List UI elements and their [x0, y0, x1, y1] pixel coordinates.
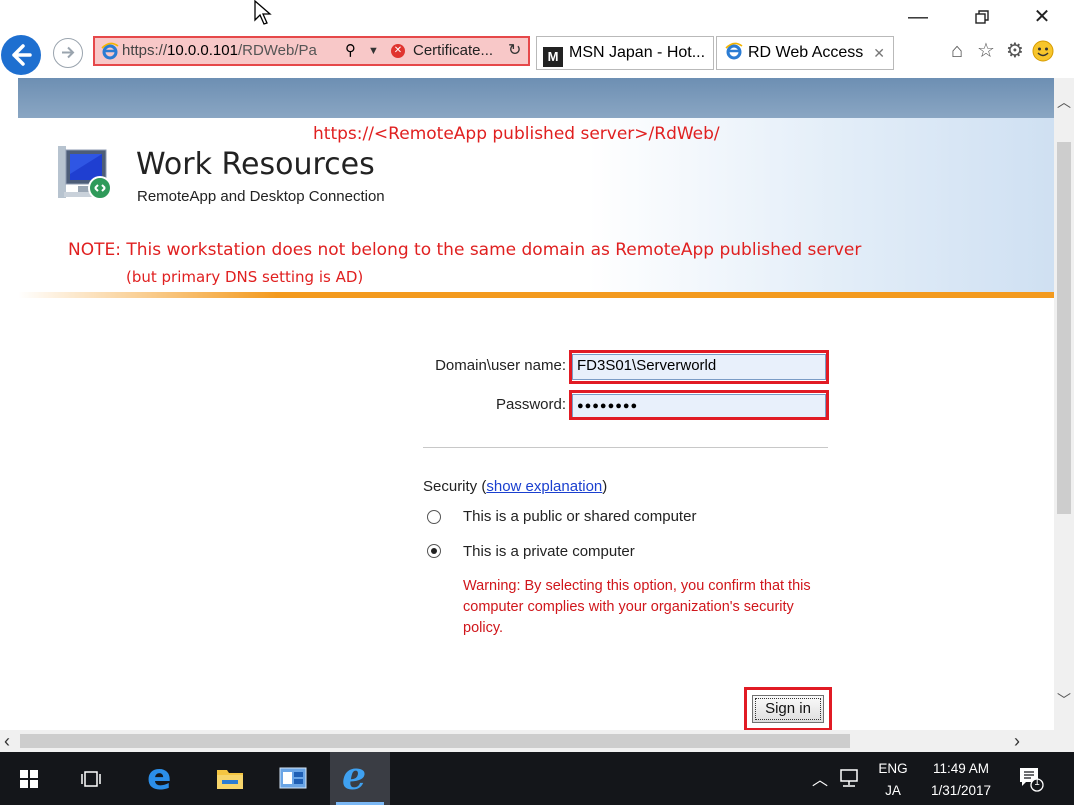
horizontal-scrollbar[interactable]: ‹ ›	[0, 730, 1074, 752]
note-line-1: NOTE: This workstation does not belong t…	[68, 240, 862, 260]
lang-bottom: JA	[885, 783, 901, 798]
restore-button[interactable]	[962, 4, 1002, 30]
smiley-feedback-icon[interactable]	[1030, 38, 1056, 64]
tab-rd-web-access[interactable]: RD Web Access ✕	[716, 36, 894, 70]
scroll-right-icon[interactable]: ›	[1014, 730, 1020, 752]
notification-count: 1	[1034, 777, 1040, 788]
scroll-up-icon[interactable]: ︿	[1057, 92, 1071, 112]
password-highlight	[569, 390, 829, 420]
security-label: Security (	[423, 478, 487, 495]
tab-msn[interactable]: M MSN Japan - Hot...	[536, 36, 714, 70]
form-divider	[423, 447, 828, 448]
scroll-down-icon[interactable]: ﹀	[1057, 690, 1071, 710]
refresh-icon[interactable]: ↻	[508, 38, 521, 64]
public-computer-label: This is a public or shared computer	[463, 508, 697, 525]
edge-icon[interactable]: e	[147, 760, 171, 796]
close-tab-icon[interactable]: ✕	[873, 37, 885, 69]
certificate-error-label[interactable]: Certificate...	[413, 38, 493, 64]
dropdown-icon[interactable]: ▼	[368, 38, 379, 64]
clock-time: 11:49 AM	[932, 761, 990, 776]
taskbar: e e ︿ ENG JA 11:49 AM 1/31/2017 1	[0, 752, 1074, 805]
task-view-icon[interactable]	[80, 769, 102, 794]
security-heading: Security (show explanation)	[423, 478, 607, 495]
tab-label: MSN Japan - Hot...	[569, 44, 706, 61]
settings-gear-icon[interactable]: ⚙	[1002, 38, 1028, 64]
public-computer-radio[interactable]	[427, 510, 441, 524]
private-computer-radio[interactable]	[427, 544, 441, 558]
scroll-thumb[interactable]	[1057, 142, 1071, 514]
internet-explorer-icon[interactable]: e	[330, 752, 390, 805]
username-label: Domain\user name:	[435, 357, 566, 374]
forward-button[interactable]	[53, 38, 83, 68]
url-prefix: https://	[122, 42, 168, 59]
certificate-error-icon: ✕	[391, 44, 405, 58]
home-icon[interactable]: ⌂	[944, 38, 970, 64]
arrow-left-icon	[12, 44, 32, 66]
scroll-left-icon[interactable]: ‹	[4, 730, 10, 752]
page-top-bar	[18, 78, 1054, 118]
page-subtitle: RemoteApp and Desktop Connection	[137, 188, 385, 205]
url-host: 10.0.0.101	[167, 42, 238, 59]
scroll-thumb-horizontal[interactable]	[20, 734, 850, 748]
tab-label: RD Web Access	[748, 44, 864, 61]
url-path: /RDWeb/Pa	[237, 42, 317, 59]
language-indicator[interactable]: ENG JA	[874, 760, 912, 800]
search-icon[interactable]: ⚲	[345, 38, 356, 64]
private-computer-label: This is a private computer	[463, 543, 635, 560]
file-explorer-icon[interactable]	[216, 766, 244, 795]
private-warning-text: Warning: By selecting this option, you c…	[463, 578, 811, 636]
remoteapp-logo-icon	[56, 144, 118, 211]
sign-in-button[interactable]: Sign in	[752, 695, 824, 723]
radio-selected-dot	[430, 547, 437, 554]
mouse-cursor-icon	[254, 0, 272, 31]
username-highlight	[569, 350, 829, 384]
browser-chrome: — ✕ https://10.0.0.101/RDWeb/Pa ⚲ ▼ ✕ Ce…	[0, 0, 1074, 78]
action-center-icon[interactable]: 1	[1018, 766, 1044, 797]
url-annotation: https://<RemoteApp published server>/RdW…	[313, 124, 720, 144]
header-divider	[18, 292, 1054, 298]
page-title: Work Resources	[136, 147, 375, 182]
ie-page-icon	[101, 42, 119, 60]
show-explanation-link[interactable]: show explanation	[486, 478, 602, 495]
clock-date: 1/31/2017	[930, 783, 992, 798]
arrow-right-icon	[62, 46, 75, 59]
lang-top: ENG	[878, 761, 908, 776]
favorites-star-icon[interactable]: ☆	[973, 38, 999, 64]
address-bar[interactable]: https://10.0.0.101/RDWeb/Pa ⚲ ▼ ✕ Certif…	[93, 36, 530, 66]
back-button[interactable]	[1, 35, 41, 75]
msn-icon: M	[543, 47, 563, 67]
minimize-button[interactable]: —	[898, 4, 938, 30]
vertical-scrollbar[interactable]: ︿ ﹀	[1054, 78, 1074, 730]
password-label: Password:	[495, 396, 566, 413]
network-icon[interactable]	[838, 768, 860, 793]
clock[interactable]: 11:49 AM 1/31/2017	[918, 760, 1004, 800]
web-page: https://<RemoteApp published server>/RdW…	[18, 78, 1054, 730]
close-window-button[interactable]: ✕	[1022, 4, 1062, 30]
security-close-paren: )	[602, 478, 608, 495]
server-manager-icon[interactable]	[279, 766, 307, 795]
note-line-2: (but primary DNS setting is AD)	[126, 268, 364, 286]
windows-start-icon[interactable]	[20, 770, 38, 793]
show-hidden-icons-chevron[interactable]: ︿	[812, 766, 828, 790]
ie-tab-icon	[725, 40, 743, 60]
